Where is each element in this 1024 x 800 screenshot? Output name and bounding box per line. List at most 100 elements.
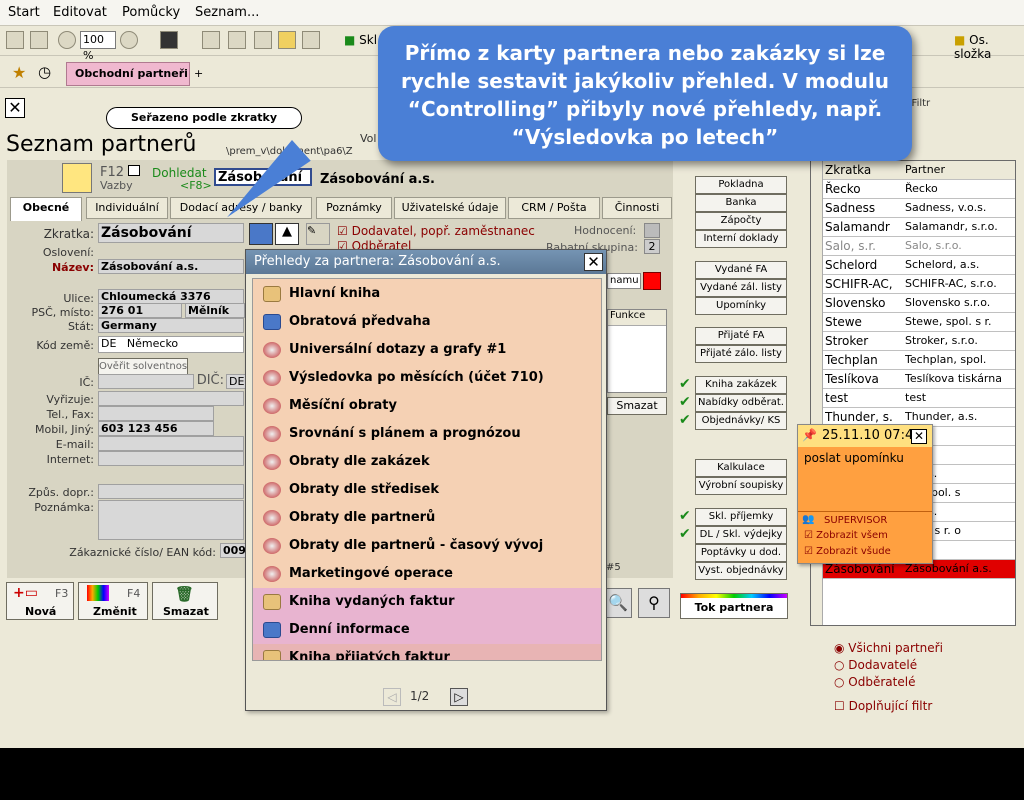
tel-field[interactable]: [98, 406, 214, 421]
monitor-icon[interactable]: [160, 31, 178, 49]
grid-icon[interactable]: [6, 31, 24, 49]
tab-individualni[interactable]: Individuální: [86, 197, 168, 219]
doplnujici-filtr-checkbox[interactable]: ☐ Doplňující filtr: [834, 699, 932, 713]
report-item[interactable]: Obraty dle partnerů - časový vývoj: [253, 532, 601, 560]
skl-button[interactable]: ■ Skl: [344, 33, 377, 47]
prev-page-icon[interactable]: ◁: [383, 688, 401, 706]
menu-editovat[interactable]: Editovat: [53, 5, 107, 20]
table-row[interactable]: Salamandr Salamandr, s.r.o.: [823, 218, 1015, 237]
report-item[interactable]: Obraty dle středisek: [253, 476, 601, 504]
skl-prijemky-button[interactable]: Skl. příjemky: [695, 508, 787, 526]
f12-label[interactable]: Vazby: [100, 179, 133, 192]
link-icon[interactable]: [128, 165, 140, 176]
table-row[interactable]: Slovensko Slovensko s.r.o.: [823, 294, 1015, 313]
dl-skl-vydejky-button[interactable]: DL / Skl. výdejky: [695, 526, 787, 544]
printer-icon[interactable]: [228, 31, 246, 49]
prijate-zal-listy-button[interactable]: Přijaté zálo. listy: [695, 345, 787, 363]
close-icon[interactable]: ✕: [584, 253, 603, 271]
poptavky-button[interactable]: Poptávky u dod.: [695, 544, 787, 562]
vydane-zal-listy-button[interactable]: Vydané zál. listy: [695, 279, 787, 297]
pokladna-button[interactable]: Pokladna: [695, 176, 787, 194]
rabat-field[interactable]: 2: [644, 239, 660, 254]
ic-field[interactable]: [98, 374, 194, 389]
smazat-contact-button[interactable]: Smazat: [607, 397, 667, 415]
report-item[interactable]: Hlavní kniha: [253, 280, 601, 308]
next-page-icon[interactable]: ▷: [450, 688, 468, 706]
zmenit-button[interactable]: F4 Změnit: [78, 582, 148, 620]
report-item[interactable]: Kniha vydaných faktur: [253, 588, 601, 616]
arrow-up-icon[interactable]: ▲: [275, 223, 299, 245]
table-row[interactable]: Techplan Techplan, spol.: [823, 351, 1015, 370]
nova-button[interactable]: +▭ F3 Nová: [6, 582, 74, 620]
internet-field[interactable]: [98, 451, 244, 466]
zoom-out-icon[interactable]: [58, 31, 76, 49]
color-swatch[interactable]: [643, 272, 661, 290]
folder-icon[interactable]: [278, 31, 296, 49]
close-icon[interactable]: ✕: [5, 98, 25, 118]
report-item[interactable]: Měsíční obraty: [253, 392, 601, 420]
table-row[interactable]: Stroker Stroker, s.r.o.: [823, 332, 1015, 351]
tab-obchodni-partneri[interactable]: Obchodní partneři: [66, 62, 190, 86]
radio-vsichni[interactable]: ◉ Všichni partneři: [834, 641, 943, 655]
table-row[interactable]: test test: [823, 389, 1015, 408]
report-item[interactable]: Obraty dle partnerů: [253, 504, 601, 532]
pen-icon[interactable]: ✎: [306, 223, 330, 245]
tab-crm-posta[interactable]: CRM / Pošta: [508, 197, 600, 219]
add-tab-button[interactable]: +: [194, 67, 203, 80]
report-item[interactable]: Obratová předvaha: [253, 308, 601, 336]
kod-zeme-field[interactable]: DE Německo: [98, 336, 244, 353]
vyrizuje-field[interactable]: [98, 391, 244, 406]
misto-field[interactable]: Mělník: [185, 303, 245, 318]
table-row[interactable]: SCHIFR-AC, SCHIFR-AC, s.r.o.: [823, 275, 1015, 294]
note-check1[interactable]: ☑ Zobrazit všem: [804, 530, 888, 541]
table-row[interactable]: Stewe Stewe, spol. s r.: [823, 313, 1015, 332]
report-item[interactable]: Výsledovka po měsících (účet 710): [253, 364, 601, 392]
tab-obecne[interactable]: Obecné: [10, 197, 82, 221]
report-item[interactable]: Denní informace: [253, 616, 601, 644]
table-row[interactable]: Salo, s.r. Salo, s.r.o.: [823, 237, 1015, 256]
zoom-in-icon[interactable]: [120, 31, 138, 49]
calculator-icon[interactable]: [254, 31, 272, 49]
menu-pomucky[interactable]: Pomůcky: [122, 5, 180, 20]
table-row[interactable]: Sadness Sadness, v.o.s.: [823, 199, 1015, 218]
poznamka-field[interactable]: [98, 500, 244, 540]
zpus-dopr-field[interactable]: [98, 484, 244, 499]
vydane-fa-button[interactable]: Vydané FA: [695, 261, 787, 279]
note-check2[interactable]: ☑ Zobrazit všude: [804, 546, 891, 557]
search-icon[interactable]: 🔍: [604, 588, 632, 618]
contacts-grid[interactable]: Funkce: [607, 309, 667, 393]
vyrobni-soupisky-button[interactable]: Výrobní soupisky: [695, 477, 787, 495]
kalkulace-button[interactable]: Kalkulace: [695, 459, 787, 477]
window-icon[interactable]: [202, 31, 220, 49]
report-item[interactable]: Marketingové operace: [253, 560, 601, 588]
prijate-fa-button[interactable]: Přijaté FA: [695, 327, 787, 345]
ean-field[interactable]: 009: [220, 543, 246, 558]
table-row[interactable]: Teslíkova Teslíkova tiskárna: [823, 370, 1015, 389]
notes-icon[interactable]: [62, 163, 92, 193]
kniha-zakazek-button[interactable]: Kniha zakázek: [695, 376, 787, 394]
upominky-button[interactable]: Upomínky: [695, 297, 787, 315]
tok-partnera-button[interactable]: Tok partnera: [680, 593, 788, 619]
zkratka-field[interactable]: Zásobování: [98, 223, 244, 243]
star-icon[interactable]: ★: [12, 63, 26, 82]
grid2-icon[interactable]: [30, 31, 48, 49]
clock-icon[interactable]: ◷: [38, 63, 51, 81]
psc-field[interactable]: 276 01: [98, 303, 182, 318]
tab-uzivatelske-udaje[interactable]: Uživatelské údaje: [394, 197, 506, 219]
nazev-field[interactable]: Zásobování a.s.: [98, 259, 244, 274]
report-item[interactable]: Srovnání s plánem a prognózou: [253, 420, 601, 448]
email-field[interactable]: [98, 436, 244, 451]
zoom-level[interactable]: 100 %: [80, 31, 116, 62]
dic-field[interactable]: DE: [226, 374, 246, 389]
interni-doklady-button[interactable]: Interní doklady: [695, 230, 787, 248]
close-icon[interactable]: ✕: [911, 429, 927, 444]
calendar-icon[interactable]: [249, 223, 273, 245]
header-zkratka[interactable]: Zkratka: [825, 161, 903, 179]
table-row[interactable]: Schelord Schelord, a.s.: [823, 256, 1015, 275]
radio-odberatele[interactable]: ○ Odběratelé: [834, 675, 915, 689]
objednavky-ks-button[interactable]: Objednávky/ KS: [695, 412, 787, 430]
users-icon[interactable]: [302, 31, 320, 49]
report-item[interactable]: Kniha přijatých faktur: [253, 644, 601, 660]
smazat-button[interactable]: 🗑 Smazat: [152, 582, 218, 620]
hodnoceni-field[interactable]: [644, 223, 660, 238]
